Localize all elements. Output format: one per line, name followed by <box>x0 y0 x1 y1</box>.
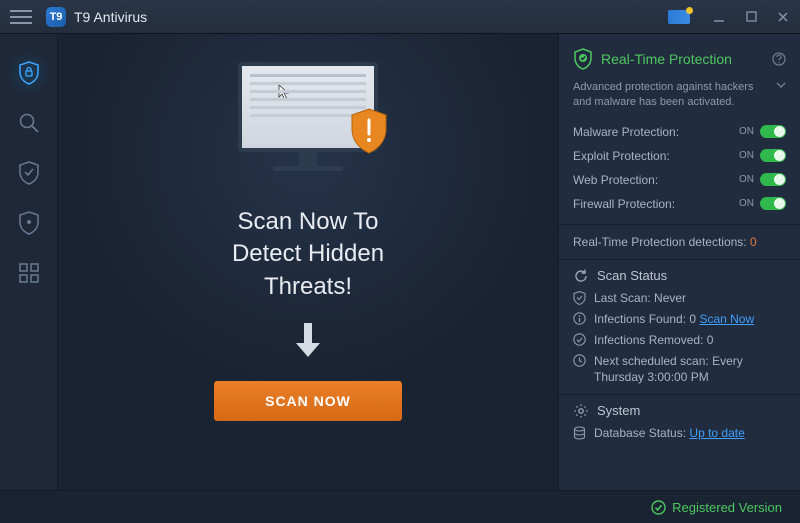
infections-found-label: Infections Found: <box>594 312 686 326</box>
database-icon <box>573 426 586 440</box>
rtp-title: Real-Time Protection <box>601 51 764 67</box>
shield-alert-icon <box>349 108 389 154</box>
toggle-exploit-switch[interactable] <box>760 149 786 162</box>
main-panel: Scan Now To Detect Hidden Threats! SCAN … <box>58 34 558 490</box>
maximize-button[interactable] <box>742 8 760 26</box>
headline-line3: Threats! <box>232 271 384 303</box>
sidebar-item-tools[interactable] <box>8 252 50 294</box>
headline-line1: Scan Now To <box>232 206 384 238</box>
check-circle-green-icon <box>651 500 666 515</box>
footer: Registered Version <box>0 490 800 523</box>
clock-icon <box>573 354 586 367</box>
toggle-malware-state: ON <box>739 126 754 137</box>
next-scan-label: Next scheduled scan: <box>594 354 709 368</box>
stat-last-scan: Last Scan: Never <box>573 290 786 306</box>
system-title: System <box>597 403 640 418</box>
scan-status-title: Scan Status <box>597 268 667 283</box>
cursor-icon <box>278 84 290 100</box>
toggle-exploit-protection: Exploit Protection: ON <box>573 144 786 168</box>
toggle-malware-switch[interactable] <box>760 125 786 138</box>
grid-icon <box>19 263 39 283</box>
gear-icon <box>573 403 589 419</box>
headline: Scan Now To Detect Hidden Threats! <box>232 206 384 303</box>
toggle-exploit-label: Exploit Protection: <box>573 149 670 163</box>
rtp-description: Advanced protection against hackers and … <box>573 80 770 110</box>
sidebar-item-quarantine[interactable] <box>8 202 50 244</box>
menu-hamburger-icon[interactable] <box>10 6 32 28</box>
rtp-detections: Real-Time Protection detections: 0 <box>573 233 786 251</box>
sidebar <box>0 34 58 490</box>
scan-now-button[interactable]: SCAN NOW <box>214 381 402 421</box>
stat-next-scan: Next scheduled scan: Every Thursday 3:00… <box>573 353 786 385</box>
minimize-button[interactable] <box>710 8 728 26</box>
toggle-exploit-state: ON <box>739 150 754 161</box>
rtp-detections-label: Real-Time Protection detections: <box>573 235 747 249</box>
title-bar: T9 T9 Antivirus <box>0 0 800 34</box>
info-icon <box>573 312 586 325</box>
sidebar-item-scan[interactable] <box>8 102 50 144</box>
toggle-malware-label: Malware Protection: <box>573 125 679 139</box>
last-scan-value: Never <box>654 291 686 305</box>
toggle-web-switch[interactable] <box>760 173 786 186</box>
close-button[interactable] <box>774 8 792 26</box>
registered-version-label: Registered Version <box>672 500 782 515</box>
toggle-web-state: ON <box>739 174 754 185</box>
infections-removed-label: Infections Removed: <box>594 333 703 347</box>
help-icon[interactable] <box>772 52 786 66</box>
sidebar-item-home[interactable] <box>8 52 50 94</box>
shield-small-icon <box>573 291 586 305</box>
stat-infections-removed: Infections Removed: 0 <box>573 332 786 348</box>
app-logo-icon: T9 <box>46 7 66 27</box>
infections-found-value: 0 <box>689 312 696 326</box>
db-status-link[interactable]: Up to date <box>689 426 744 440</box>
app-title: T9 Antivirus <box>74 9 668 25</box>
toggle-firewall-state: ON <box>739 198 754 209</box>
search-icon <box>18 112 40 134</box>
rtp-description-row[interactable]: Advanced protection against hackers and … <box>573 80 786 110</box>
toggle-malware-protection: Malware Protection: ON <box>573 120 786 144</box>
shield-dot-icon <box>18 211 40 235</box>
chevron-down-icon <box>776 80 786 90</box>
toggle-web-protection: Web Protection: ON <box>573 168 786 192</box>
shield-check-green-icon <box>573 48 593 70</box>
last-scan-label: Last Scan: <box>594 291 651 305</box>
headline-line2: Detect Hidden <box>232 238 384 270</box>
stat-infections-found: Infections Found: 0 Scan Now <box>573 311 786 327</box>
shield-check-icon <box>18 161 40 185</box>
rtp-detections-count: 0 <box>750 235 757 249</box>
toggle-web-label: Web Protection: <box>573 173 658 187</box>
toggle-firewall-label: Firewall Protection: <box>573 197 675 211</box>
db-status-label: Database Status: <box>594 426 686 440</box>
sidebar-item-protection[interactable] <box>8 152 50 194</box>
toggle-firewall-protection: Firewall Protection: ON <box>573 192 786 216</box>
refresh-icon <box>573 268 589 284</box>
status-panel: Real-Time Protection Advanced protection… <box>558 34 800 490</box>
hero-monitor-illustration <box>233 62 383 182</box>
arrow-down-icon <box>293 321 323 359</box>
toggle-firewall-switch[interactable] <box>760 197 786 210</box>
stat-db-status: Database Status: Up to date <box>573 425 786 441</box>
shield-lock-icon <box>18 61 40 85</box>
scan-now-link[interactable]: Scan Now <box>699 312 754 326</box>
infections-removed-value: 0 <box>707 333 714 347</box>
notification-badge-icon[interactable] <box>668 10 690 24</box>
check-circle-icon <box>573 333 586 346</box>
